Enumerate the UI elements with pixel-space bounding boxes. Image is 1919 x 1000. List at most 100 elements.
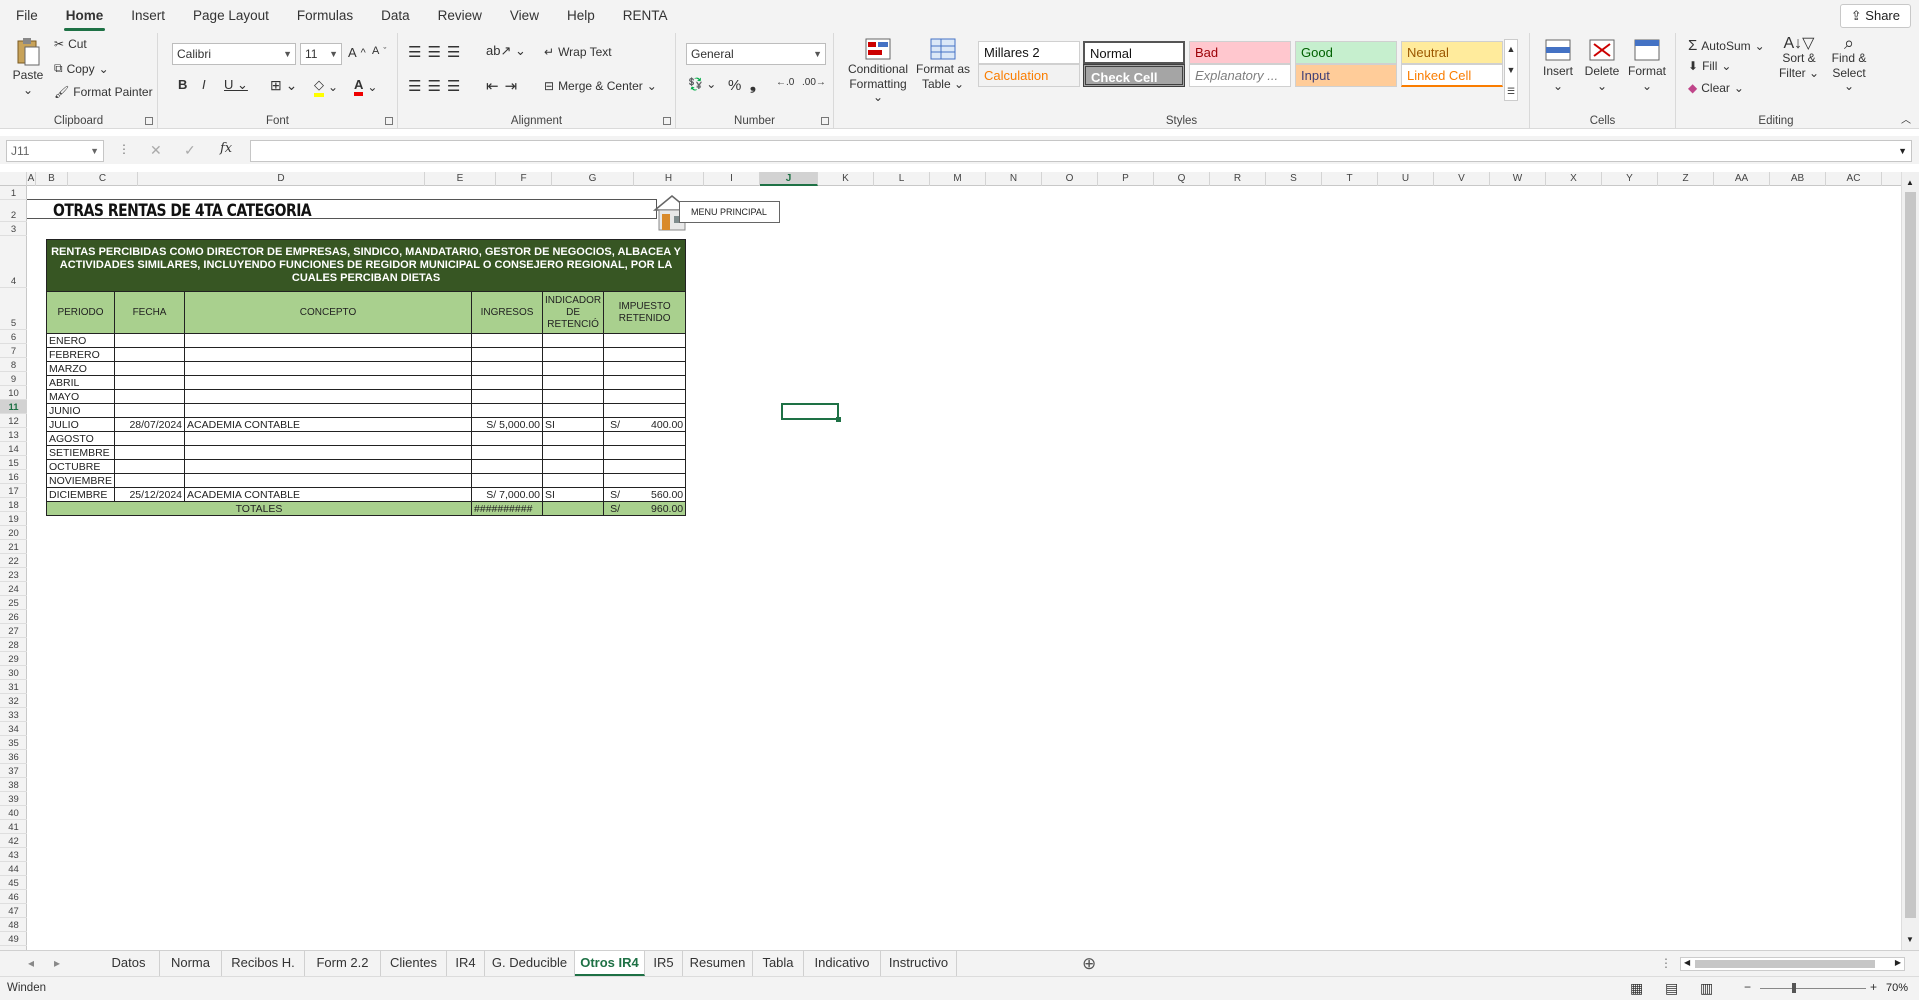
- column-header-t[interactable]: T: [1322, 172, 1378, 186]
- borders-icon[interactable]: ⊞ ⌄: [270, 77, 297, 94]
- row-header-23[interactable]: 23: [0, 568, 27, 582]
- increase-decimal-icon[interactable]: ←.0: [776, 77, 794, 88]
- sheet-tab-tabla[interactable]: Tabla: [753, 951, 804, 976]
- periodo-cell[interactable]: MAYO: [45, 389, 116, 404]
- column-header-k[interactable]: K: [818, 172, 874, 186]
- select-all-corner[interactable]: [0, 172, 27, 186]
- column-header-a[interactable]: A: [27, 172, 36, 186]
- more-options-icon[interactable]: ⋮: [1660, 956, 1672, 970]
- row-header-22[interactable]: 22: [0, 554, 27, 568]
- dialog-launcher-icon[interactable]: [821, 117, 829, 125]
- periodo-cell[interactable]: JUNIO: [45, 403, 116, 418]
- concepto-cell[interactable]: [184, 459, 473, 474]
- fecha-cell[interactable]: [114, 431, 186, 446]
- periodo-cell[interactable]: ENERO: [45, 333, 116, 348]
- column-title[interactable]: INDICADOR DE RETENCIÓ: [542, 291, 605, 334]
- font-name-combo[interactable]: Calibri ▼: [172, 43, 296, 65]
- row-header-48[interactable]: 48: [0, 918, 27, 932]
- row-header-16[interactable]: 16: [0, 470, 27, 484]
- row-header-13[interactable]: 13: [0, 428, 27, 442]
- orientation-icon[interactable]: ab↗ ⌄: [486, 43, 526, 59]
- periodo-cell[interactable]: DICIEMBRE: [45, 487, 116, 502]
- indicador-cell[interactable]: [542, 347, 605, 362]
- menu-file[interactable]: File: [0, 0, 52, 33]
- cell-style-millares-2[interactable]: Millares 2: [978, 41, 1080, 64]
- table-header-banner[interactable]: RENTAS PERCIBIDAS COMO DIRECTOR DE EMPRE…: [45, 239, 687, 292]
- column-header-h[interactable]: H: [634, 172, 704, 186]
- fill-button[interactable]: ⬇ Fill ⌄: [1688, 59, 1731, 73]
- menu-data[interactable]: Data: [367, 0, 424, 33]
- totals-indicador[interactable]: [542, 501, 605, 516]
- vertical-scrollbar[interactable]: ▲ ▼: [1901, 172, 1919, 950]
- concepto-cell[interactable]: [184, 333, 473, 348]
- sheet-tab-form-2-2[interactable]: Form 2.2: [305, 951, 381, 976]
- font-color-icon[interactable]: A ⌄: [354, 77, 377, 96]
- dialog-launcher-icon[interactable]: [145, 117, 153, 125]
- bold-icon[interactable]: B: [178, 77, 187, 92]
- name-box[interactable]: J11 ▼: [6, 140, 104, 162]
- chevron-left-icon[interactable]: ◀: [1684, 958, 1690, 967]
- indicador-cell[interactable]: [542, 403, 605, 418]
- menu-page-layout[interactable]: Page Layout: [179, 0, 283, 33]
- impuesto-cell[interactable]: [603, 375, 687, 390]
- menu-help[interactable]: Help: [553, 0, 609, 33]
- concepto-cell[interactable]: [184, 389, 473, 404]
- row-header-45[interactable]: 45: [0, 876, 27, 890]
- concepto-cell[interactable]: ACADEMIA CONTABLE: [184, 417, 473, 432]
- autosum-button[interactable]: Σ AutoSum ⌄: [1688, 37, 1765, 54]
- tab-scroll-right-icon[interactable]: ▸: [54, 956, 60, 970]
- column-header-i[interactable]: I: [704, 172, 760, 186]
- column-header-b[interactable]: B: [36, 172, 68, 186]
- paste-button[interactable]: Paste ⌄: [10, 37, 46, 97]
- menu-insert[interactable]: Insert: [117, 0, 179, 33]
- font-size-combo[interactable]: 11 ▼: [300, 43, 342, 65]
- fecha-cell[interactable]: [114, 473, 186, 488]
- column-header-ab[interactable]: AB: [1770, 172, 1826, 186]
- column-header-v[interactable]: V: [1434, 172, 1490, 186]
- merge-center-button[interactable]: ⊟ Merge & Center ⌄: [544, 79, 657, 93]
- impuesto-cell[interactable]: [603, 389, 687, 404]
- sheet-tab-norma[interactable]: Norma: [160, 951, 222, 976]
- indicador-cell[interactable]: [542, 375, 605, 390]
- indicador-cell[interactable]: [542, 459, 605, 474]
- periodo-cell[interactable]: AGOSTO: [45, 431, 116, 446]
- ingresos-cell[interactable]: [471, 403, 544, 418]
- indicador-cell[interactable]: [542, 361, 605, 376]
- row-header-29[interactable]: 29: [0, 652, 27, 666]
- ingresos-cell[interactable]: [471, 459, 544, 474]
- impuesto-cell[interactable]: [603, 431, 687, 446]
- cell-style-linked-cell[interactable]: Linked Cell: [1401, 64, 1503, 87]
- sheet-tab-otros-ir4[interactable]: Otros IR4: [575, 951, 645, 976]
- concepto-cell[interactable]: [184, 403, 473, 418]
- cell-style-normal[interactable]: Normal: [1083, 41, 1185, 64]
- cell-style-good[interactable]: Good: [1295, 41, 1397, 64]
- formula-input[interactable]: ▼: [250, 140, 1912, 162]
- totals-ingresos[interactable]: ##########: [471, 501, 544, 516]
- column-header-y[interactable]: Y: [1602, 172, 1658, 186]
- comma-icon[interactable]: ❟: [750, 77, 756, 94]
- impuesto-cell[interactable]: S/560.00: [603, 487, 687, 502]
- format-cells-button[interactable]: Format ⌄: [1626, 37, 1668, 93]
- column-header-aa[interactable]: AA: [1714, 172, 1770, 186]
- row-header-15[interactable]: 15: [0, 456, 27, 470]
- styles-scroll[interactable]: ▲ ▼ ☰: [1504, 39, 1518, 101]
- indicador-cell[interactable]: [542, 389, 605, 404]
- row-header-10[interactable]: 10: [0, 386, 27, 400]
- indicador-cell[interactable]: [542, 333, 605, 348]
- insert-cells-button[interactable]: Insert ⌄: [1538, 37, 1578, 93]
- fecha-cell[interactable]: [114, 361, 186, 376]
- impuesto-cell[interactable]: [603, 445, 687, 460]
- column-title[interactable]: IMPUESTO RETENIDO: [603, 291, 687, 334]
- indicador-cell[interactable]: SI: [542, 487, 605, 502]
- column-title[interactable]: FECHA: [114, 291, 186, 334]
- row-header-24[interactable]: 24: [0, 582, 27, 596]
- totals-impuesto[interactable]: S/960.00: [603, 501, 687, 516]
- percent-icon[interactable]: %: [728, 77, 741, 94]
- sort-filter-button[interactable]: A↓▽ Sort & Filter ⌄: [1776, 36, 1822, 80]
- row-header-41[interactable]: 41: [0, 820, 27, 834]
- fecha-cell[interactable]: [114, 445, 186, 460]
- column-header-q[interactable]: Q: [1154, 172, 1210, 186]
- cell-style-calculation[interactable]: Calculation: [978, 64, 1080, 87]
- row-header-30[interactable]: 30: [0, 666, 27, 680]
- row-header-26[interactable]: 26: [0, 610, 27, 624]
